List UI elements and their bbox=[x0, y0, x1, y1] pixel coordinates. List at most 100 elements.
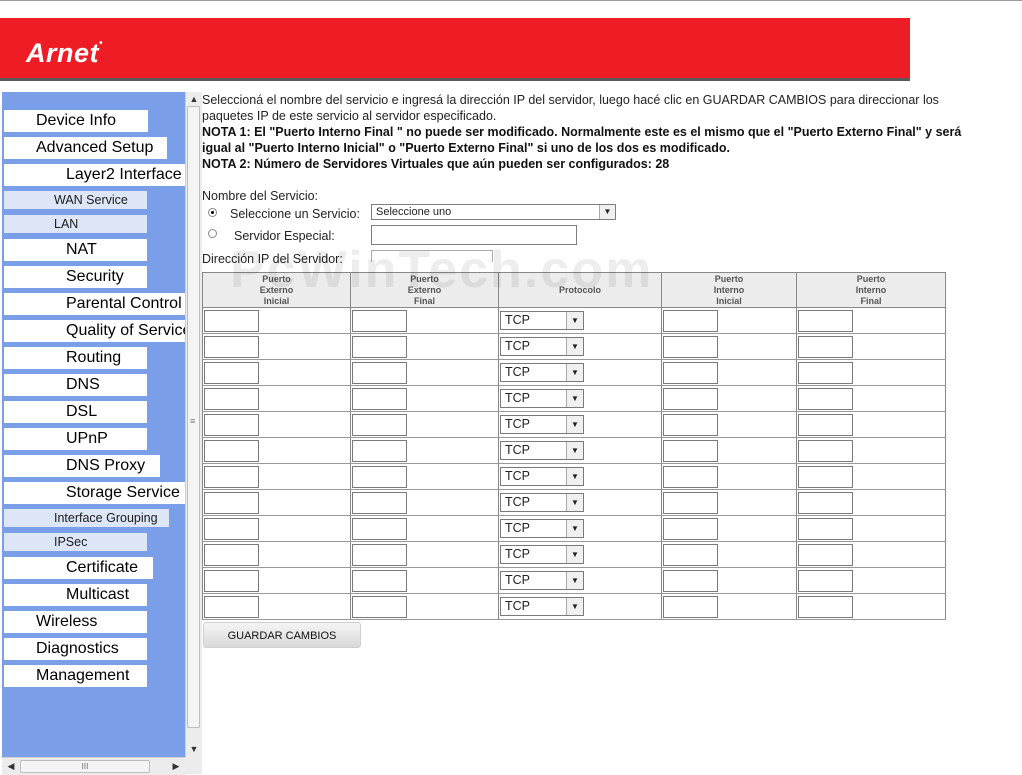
port-input-int-start[interactable] bbox=[663, 543, 718, 566]
port-input-ext-start[interactable] bbox=[204, 309, 259, 332]
server-ip-input[interactable] bbox=[371, 250, 493, 262]
port-input-ext-end[interactable] bbox=[352, 595, 407, 618]
port-input-int-start[interactable] bbox=[663, 517, 718, 540]
chevron-down-icon[interactable]: ▼ bbox=[566, 338, 583, 355]
sidebar-item-dns[interactable]: DNS bbox=[4, 374, 147, 396]
port-input-ext-start[interactable] bbox=[204, 569, 259, 592]
port-input-int-end[interactable] bbox=[798, 543, 853, 566]
protocol-select[interactable]: TCP ▼ bbox=[500, 519, 584, 538]
sidebar-item-advanced-setup[interactable]: Advanced Setup bbox=[4, 137, 167, 159]
port-input-ext-end[interactable] bbox=[352, 439, 407, 462]
port-input-int-start[interactable] bbox=[663, 569, 718, 592]
port-input-ext-start[interactable] bbox=[204, 517, 259, 540]
chevron-down-icon[interactable]: ▼ bbox=[566, 442, 583, 459]
chevron-down-icon[interactable]: ▼ bbox=[566, 572, 583, 589]
sidebar-item-certificate[interactable]: Certificate bbox=[4, 557, 153, 579]
port-input-ext-start[interactable] bbox=[204, 413, 259, 436]
sidebar-item-upnp[interactable]: UPnP bbox=[4, 428, 147, 450]
port-input-ext-end[interactable] bbox=[352, 543, 407, 566]
chevron-down-icon[interactable]: ▼ bbox=[566, 312, 583, 329]
port-input-int-end[interactable] bbox=[798, 491, 853, 514]
port-input-int-start[interactable] bbox=[663, 491, 718, 514]
port-input-int-end[interactable] bbox=[798, 361, 853, 384]
port-input-ext-start[interactable] bbox=[204, 361, 259, 384]
protocol-select[interactable]: TCP ▼ bbox=[500, 493, 584, 512]
chevron-down-icon[interactable]: ▼ bbox=[599, 205, 615, 219]
sidebar-item-security[interactable]: Security bbox=[4, 266, 147, 288]
protocol-select[interactable]: TCP ▼ bbox=[500, 545, 584, 564]
chevron-down-icon[interactable]: ▼ bbox=[566, 598, 583, 615]
sidebar-item-dsl[interactable]: DSL bbox=[4, 401, 147, 423]
port-input-ext-end[interactable] bbox=[352, 413, 407, 436]
chevron-down-icon[interactable]: ▼ bbox=[566, 416, 583, 433]
sidebar-item-quality-of-service[interactable]: Quality of Service bbox=[4, 320, 185, 342]
select-service-radio[interactable] bbox=[208, 208, 217, 217]
port-input-int-end[interactable] bbox=[798, 465, 853, 488]
scroll-left-arrow-icon[interactable]: ◀ bbox=[4, 758, 18, 775]
port-input-ext-end[interactable] bbox=[352, 309, 407, 332]
port-input-int-start[interactable] bbox=[663, 465, 718, 488]
sidebar-vertical-scrollbar[interactable]: ▲ ≡ ▼ bbox=[185, 92, 202, 757]
port-input-ext-start[interactable] bbox=[204, 543, 259, 566]
vertical-scroll-thumb[interactable]: ≡ bbox=[187, 106, 200, 728]
sidebar-item-multicast[interactable]: Multicast bbox=[4, 584, 147, 606]
chevron-down-icon[interactable]: ▼ bbox=[566, 546, 583, 563]
port-input-int-end[interactable] bbox=[798, 439, 853, 462]
chevron-down-icon[interactable]: ▼ bbox=[566, 494, 583, 511]
sidebar-item-storage-service[interactable]: Storage Service bbox=[4, 482, 185, 504]
protocol-select[interactable]: TCP ▼ bbox=[500, 571, 584, 590]
chevron-down-icon[interactable]: ▼ bbox=[566, 468, 583, 485]
port-input-int-start[interactable] bbox=[663, 335, 718, 358]
scroll-up-arrow-icon[interactable]: ▲ bbox=[186, 92, 202, 106]
scroll-down-arrow-icon[interactable]: ▼ bbox=[186, 742, 202, 756]
chevron-down-icon[interactable]: ▼ bbox=[566, 364, 583, 381]
sidebar-item-diagnostics[interactable]: Diagnostics bbox=[4, 638, 147, 660]
port-input-int-start[interactable] bbox=[663, 361, 718, 384]
sidebar-item-nat[interactable]: NAT bbox=[4, 239, 147, 261]
port-input-int-end[interactable] bbox=[798, 413, 853, 436]
protocol-select[interactable]: TCP ▼ bbox=[500, 337, 584, 356]
port-input-int-start[interactable] bbox=[663, 413, 718, 436]
port-input-ext-end[interactable] bbox=[352, 569, 407, 592]
sidebar-item-device-info[interactable]: Device Info bbox=[4, 110, 148, 132]
sidebar-item-lan[interactable]: LAN bbox=[4, 215, 147, 233]
chevron-down-icon[interactable]: ▼ bbox=[566, 390, 583, 407]
port-input-ext-end[interactable] bbox=[352, 387, 407, 410]
port-input-ext-end[interactable] bbox=[352, 491, 407, 514]
port-input-int-start[interactable] bbox=[663, 309, 718, 332]
custom-server-input[interactable] bbox=[371, 225, 577, 245]
port-input-ext-start[interactable] bbox=[204, 465, 259, 488]
protocol-select[interactable]: TCP ▼ bbox=[500, 415, 584, 434]
scroll-right-arrow-icon[interactable]: ▶ bbox=[169, 758, 183, 775]
sidebar-item-wan-service[interactable]: WAN Service bbox=[4, 191, 147, 209]
sidebar-item-layer2-interface[interactable]: Layer2 Interface bbox=[4, 164, 185, 186]
save-changes-button[interactable]: GUARDAR CAMBIOS bbox=[203, 622, 361, 648]
custom-server-radio[interactable] bbox=[208, 229, 217, 238]
sidebar-item-dns-proxy[interactable]: DNS Proxy bbox=[4, 455, 160, 477]
protocol-select[interactable]: TCP ▼ bbox=[500, 597, 584, 616]
port-input-int-end[interactable] bbox=[798, 595, 853, 618]
port-input-ext-end[interactable] bbox=[352, 465, 407, 488]
port-input-ext-end[interactable] bbox=[352, 361, 407, 384]
sidebar-item-interface-grouping[interactable]: Interface Grouping bbox=[4, 509, 169, 527]
port-input-ext-start[interactable] bbox=[204, 387, 259, 410]
port-input-ext-start[interactable] bbox=[204, 335, 259, 358]
protocol-select[interactable]: TCP ▼ bbox=[500, 363, 584, 382]
port-input-ext-end[interactable] bbox=[352, 517, 407, 540]
port-input-ext-start[interactable] bbox=[204, 439, 259, 462]
port-input-ext-end[interactable] bbox=[352, 335, 407, 358]
port-input-int-end[interactable] bbox=[798, 387, 853, 410]
sidebar-horizontal-scrollbar[interactable]: ◀ III ▶ bbox=[2, 757, 185, 775]
port-input-int-start[interactable] bbox=[663, 439, 718, 462]
protocol-select[interactable]: TCP ▼ bbox=[500, 441, 584, 460]
protocol-select[interactable]: TCP ▼ bbox=[500, 467, 584, 486]
port-input-int-start[interactable] bbox=[663, 387, 718, 410]
port-input-ext-start[interactable] bbox=[204, 595, 259, 618]
port-input-ext-start[interactable] bbox=[204, 491, 259, 514]
sidebar-item-ipsec[interactable]: IPSec bbox=[4, 533, 147, 551]
protocol-select[interactable]: TCP ▼ bbox=[500, 389, 584, 408]
sidebar-item-parental-control[interactable]: Parental Control bbox=[4, 293, 185, 315]
port-input-int-end[interactable] bbox=[798, 569, 853, 592]
port-input-int-end[interactable] bbox=[798, 335, 853, 358]
service-select[interactable]: Seleccione uno ▼ bbox=[371, 204, 616, 220]
